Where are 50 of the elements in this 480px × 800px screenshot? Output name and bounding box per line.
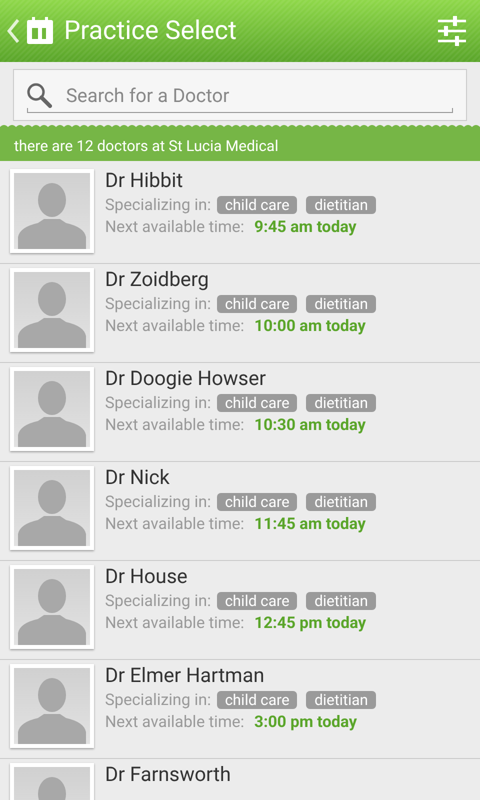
specialty-tag: dietitian [306,690,376,708]
doctor-row[interactable]: Dr Farnsworth [0,759,480,800]
specializing-label: Specializing in: [105,492,211,511]
doctor-name: Dr House [105,564,188,588]
next-time: 12:45 pm today [254,613,366,632]
doctor-name: Dr Doogie Howser [105,366,267,390]
next-time-label: Next available time: [105,316,244,335]
specialty-tag: dietitian [306,492,376,510]
doctor-row[interactable]: Dr Zoidberg Specializing in: child care dietitian Next available time: 10:00 am today [0,264,480,363]
next-time-label: Next available time: [105,712,244,731]
specializing-label: Specializing in: [105,294,211,313]
doctor-name: Dr Farnsworth [105,762,231,786]
doctor-row[interactable]: Dr House Specializing in: child care dietitian Next available time: 12:45 pm today [0,561,480,660]
specializing-label: Specializing in: [105,195,211,214]
specialty-tag: child care [216,394,298,412]
doctor-row[interactable]: Dr Doogie Howser Specializing in: child care dietitian Next available time: 10:30 am today [0,363,480,462]
specializing-label: Specializing in: [105,393,211,412]
doctor-row[interactable]: Dr Nick Specializing in: child care dietitian Next available time: 11:45 am today [0,462,480,561]
search-icon [26,82,52,108]
next-time: 11:45 am today [254,514,366,533]
doctor-row[interactable]: Dr Elmer Hartman Specializing in: child care dietitian Next available time: 3:00 pm today [0,660,480,759]
doctor-name: Dr Zoidberg [105,267,210,291]
next-time-label: Next available time: [105,514,244,533]
specialty-tag: child care [216,592,298,610]
specialty-tag: dietitian [306,196,376,214]
search-field[interactable]: Search for a Doctor [13,69,467,121]
doctor-name: Dr Elmer Hartman [105,663,266,687]
specialty-tag: dietitian [306,394,376,412]
specializing-label: Specializing in: [105,591,211,610]
next-time-label: Next available time: [105,415,244,434]
specialty-tag: child care [216,690,298,708]
next-time: 9:45 am today [254,217,356,236]
calendar-icon [26,17,54,45]
specialty-tag: child care [216,492,298,510]
next-time: 10:30 am today [254,415,366,434]
doctor-row[interactable]: Dr Hibbit Specializing in: child care dietitian Next available time: 9:45 am today [0,165,480,264]
doctor-name: Dr Nick [105,465,171,489]
back-icon[interactable] [6,18,20,44]
screen-title: Practice Select [64,16,237,46]
specialty-tag: child care [216,196,298,214]
sliders-icon [436,15,468,47]
specializing-label: Specializing in: [105,690,211,709]
next-time: 10:00 am today [254,316,366,335]
specialty-tag: child care [216,294,298,312]
specialty-tag: dietitian [306,294,376,312]
doctor-name: Dr Hibbit [105,168,184,192]
next-time-label: Next available time: [105,613,244,632]
specialty-tag: dietitian [306,592,376,610]
next-time: 3:00 pm today [254,712,357,731]
next-time-label: Next available time: [105,217,244,236]
